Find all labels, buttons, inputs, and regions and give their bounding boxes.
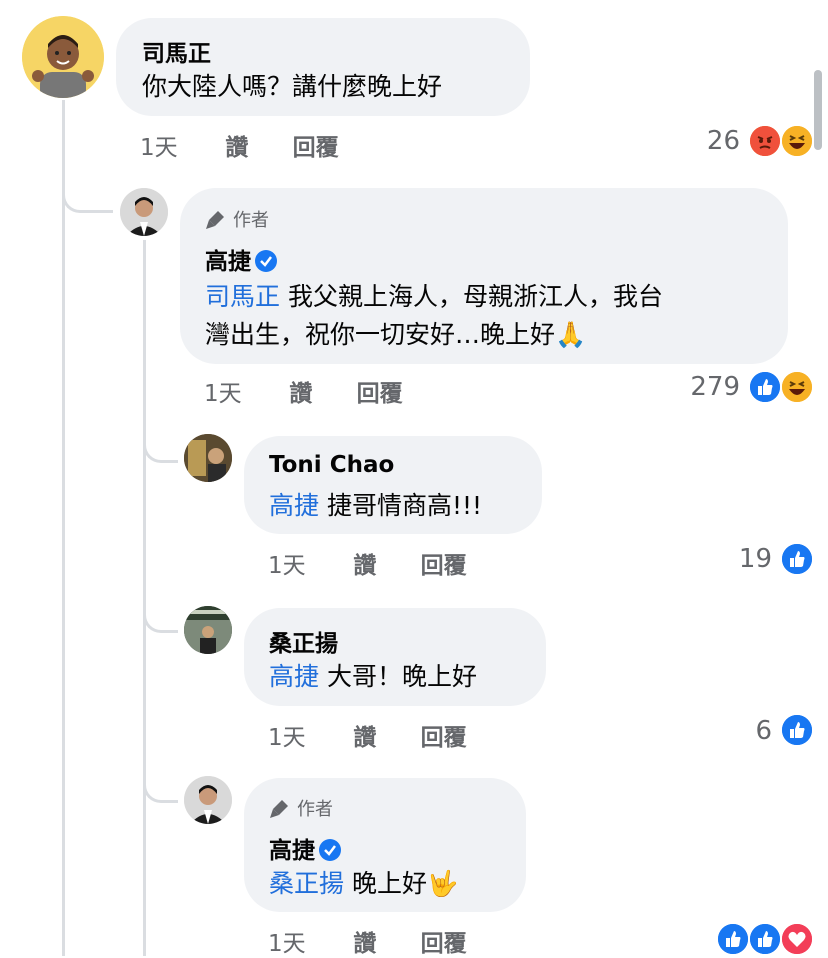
thread-curve-1 [62,160,113,213]
haha-icon [780,124,814,158]
like-button[interactable]: 讚 [353,924,413,958]
avatar[interactable] [184,606,232,654]
reply-text: 高捷 捷哥情商高!!! [269,487,482,525]
microphone-icon [270,800,288,818]
reply-text: 高捷 大哥！晚上好 [269,658,477,696]
like-button[interactable]: 讚 [353,546,413,580]
person-suit-avatar-icon [184,776,232,824]
microphone-icon [206,211,224,229]
reply-button[interactable]: 回覆 [357,374,403,408]
reply-text: 司馬正 我父親上海人，母親浙江人，我台 [205,278,663,316]
like-icon [716,922,750,956]
avatar[interactable] [184,776,232,824]
comment-meta: 1天 讚 回覆 [140,128,339,162]
love-icon [780,922,814,956]
reaction-count[interactable]: 19 [739,544,772,574]
reply-text: 桑正揚 晚上好🤟 [269,865,458,903]
verified-badge-icon [255,250,277,272]
like-button[interactable]: 讚 [353,718,413,752]
photo-avatar-icon [184,434,232,482]
reaction-count[interactable]: 26 [707,126,740,156]
reply-body: 晚上好 [344,869,427,898]
love-you-gesture-icon: 🤟 [426,869,459,898]
mention-link[interactable]: 桑正揚 [269,869,344,898]
reply-meta: 1天 讚 回覆 [268,718,467,752]
like-icon [748,922,782,956]
reply-time[interactable]: 1天 [268,546,346,580]
like-icon [748,370,782,404]
like-icon [780,542,814,576]
reply-body: 大哥！晚上好 [319,662,477,691]
reply-time[interactable]: 1天 [268,718,346,752]
verified-badge-icon [319,839,341,861]
reply-time[interactable]: 1天 [204,374,282,408]
scrollbar[interactable] [814,70,822,150]
like-button[interactable]: 讚 [289,374,349,408]
author-badge-label: 作者 [297,799,333,820]
avatar[interactable] [120,188,168,236]
thread-curve-3 [143,580,178,633]
mention-link[interactable]: 司馬正 [205,282,280,311]
comment-text: 你大陸人嗎？講什麼晚上好 [142,72,443,101]
reply-meta: 1天 讚 回覆 [268,546,467,580]
thread-line-main [62,100,65,956]
reply-author[interactable]: 桑正揚 [269,624,338,658]
reply-meta: 1天 讚 回覆 [204,374,403,408]
angry-icon [748,124,782,158]
reply-author-name[interactable]: 高捷 [205,249,251,275]
author-badge: 作者 [269,795,333,821]
reply-text-line1: 我父親上海人，母親浙江人，我台 [280,282,663,311]
photo-avatar-icon [184,606,232,654]
reaction-count[interactable]: 279 [690,372,740,402]
person-suit-avatar-icon [120,188,168,236]
reply-meta: 1天 讚 回覆 [268,924,467,958]
like-button[interactable]: 讚 [225,128,285,162]
mention-link[interactable]: 高捷 [269,491,319,520]
memoji-avatar-icon [22,16,104,98]
mention-link[interactable]: 高捷 [269,662,319,691]
reply-body: 捷哥情商高!!! [319,491,483,520]
reply-button[interactable]: 回覆 [293,128,339,162]
reply-author[interactable]: Toni Chao [269,452,394,478]
thread-curve-2 [143,410,178,463]
avatar[interactable] [22,16,104,98]
author-badge: 作者 [205,206,269,232]
haha-icon [780,370,814,404]
reply-author[interactable]: 高捷 [205,242,277,276]
author-badge-label: 作者 [233,210,269,231]
reply-button[interactable]: 回覆 [421,546,467,580]
reply-button[interactable]: 回覆 [421,718,467,752]
reply-time[interactable]: 1天 [268,924,346,958]
like-icon [780,713,814,747]
thread-curve-4 [143,750,178,803]
reply-button[interactable]: 回覆 [421,924,467,958]
comment-time[interactable]: 1天 [140,128,218,162]
reply-author-name[interactable]: 高捷 [269,838,315,864]
comment-author[interactable]: 司馬正 [142,34,211,68]
folded-hands-icon: 🙏 [555,320,587,349]
reaction-count[interactable]: 6 [755,716,772,746]
reply-text-line2: 灣出生，祝你一切安好…晚上好 [205,320,556,349]
reply-author[interactable]: 高捷 [269,831,341,865]
avatar[interactable] [184,434,232,482]
reply-text-line2-row: 灣出生，祝你一切安好…晚上好🙏 [205,316,586,354]
